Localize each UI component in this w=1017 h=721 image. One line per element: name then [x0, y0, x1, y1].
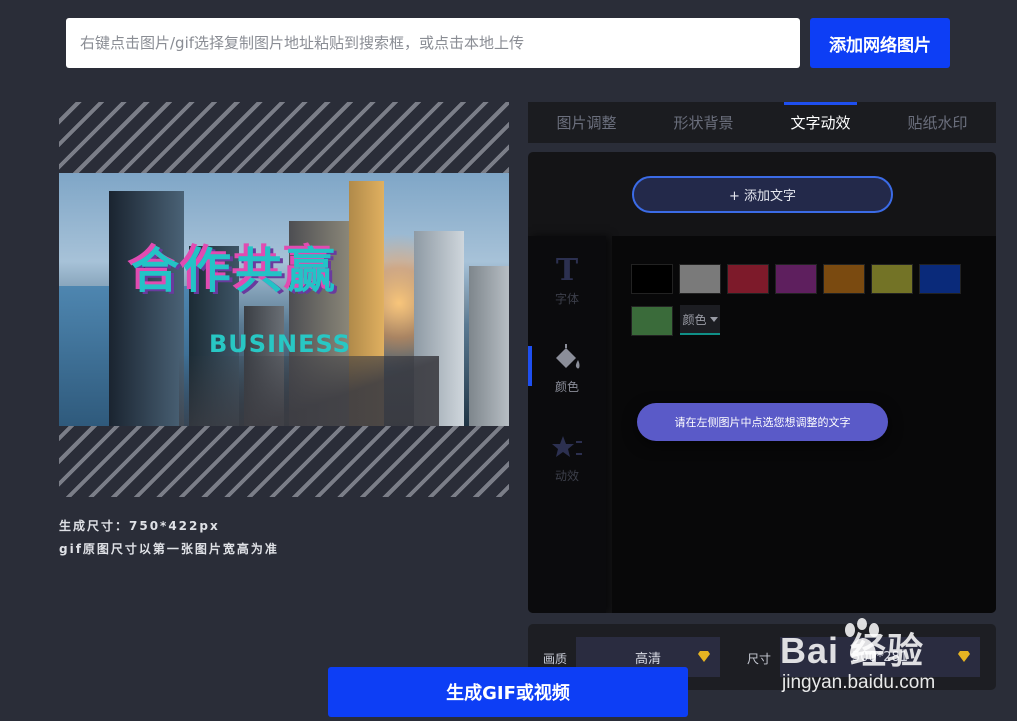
generate-gif-video-button[interactable]: 生成GIF或视频	[328, 667, 688, 717]
side-item-label: 字体	[554, 291, 579, 306]
side-nav: T 字体 颜色 动效	[528, 236, 606, 613]
side-item-color[interactable]: 颜色	[528, 334, 606, 404]
search-bar	[66, 18, 800, 68]
image-preview[interactable]: 合作共赢 BUSINESS	[59, 173, 509, 426]
hint-tooltip: 请在左侧图片中点选您想调整的文字	[637, 403, 888, 441]
side-item-label: 动效	[554, 468, 579, 483]
building	[469, 266, 509, 426]
size-info: 生成尺寸：750*422px gif原图尺寸以第一张图片宽高为准	[59, 515, 279, 561]
premium-gem-icon	[958, 651, 970, 662]
tab-image-adjust[interactable]: 图片调整	[528, 102, 645, 143]
gif-size-note: gif原图尺寸以第一张图片宽高为准	[59, 542, 279, 556]
tab-shape-background[interactable]: 形状背景	[645, 102, 762, 143]
side-item-animation[interactable]: 动效	[528, 424, 606, 494]
premium-gem-icon	[698, 651, 710, 662]
size-select[interactable]: 500*281	[780, 637, 980, 677]
color-swatch-orange[interactable]	[823, 264, 865, 294]
preview-headline-text[interactable]: 合作共赢	[131, 231, 339, 301]
search-input[interactable]	[66, 18, 800, 68]
tab-bar: 图片调整 形状背景 文字动效 贴纸水印	[528, 102, 996, 143]
tab-sticker-watermark[interactable]: 贴纸水印	[879, 102, 996, 143]
output-size-text: 生成尺寸：750*422px	[59, 519, 220, 533]
canvas-area: 合作共赢 BUSINESS	[59, 102, 509, 497]
add-text-button[interactable]: + 添加文字	[632, 176, 893, 213]
color-swatch-navy[interactable]	[919, 264, 961, 294]
color-swatch-crimson[interactable]	[727, 264, 769, 294]
preview-subline-text[interactable]: BUSINESS	[209, 330, 351, 358]
size-label: 尺寸	[747, 652, 772, 666]
color-swatch-black[interactable]	[631, 264, 673, 294]
text-effects-panel: + 添加文字 T 字体 颜色 动效 颜色 请在左侧图片中点选您想调整的文字	[528, 152, 996, 613]
building	[109, 191, 184, 426]
side-item-font[interactable]: T 字体	[528, 246, 606, 316]
size-value: 500*281	[851, 649, 909, 665]
color-swatch-gray[interactable]	[679, 264, 721, 294]
side-item-label: 颜色	[554, 379, 579, 394]
color-picker-dropdown[interactable]: 颜色	[680, 305, 720, 335]
paint-bucket-icon	[556, 343, 580, 369]
quality-value: 高清	[634, 651, 661, 667]
color-picker-label: 颜色	[682, 312, 707, 327]
road	[179, 356, 439, 426]
tab-text-effects[interactable]: 文字动效	[762, 102, 879, 143]
color-swatch-purple[interactable]	[775, 264, 817, 294]
color-content-pane: 颜色 请在左侧图片中点选您想调整的文字	[612, 236, 996, 613]
color-swatch-olive[interactable]	[871, 264, 913, 294]
quality-label: 画质	[543, 652, 568, 666]
chevron-down-icon	[709, 316, 718, 322]
font-icon: T	[555, 252, 579, 288]
star-animation-icon	[552, 435, 582, 457]
color-swatch-green[interactable]	[631, 306, 673, 336]
add-network-image-button[interactable]: 添加网络图片	[810, 18, 950, 68]
